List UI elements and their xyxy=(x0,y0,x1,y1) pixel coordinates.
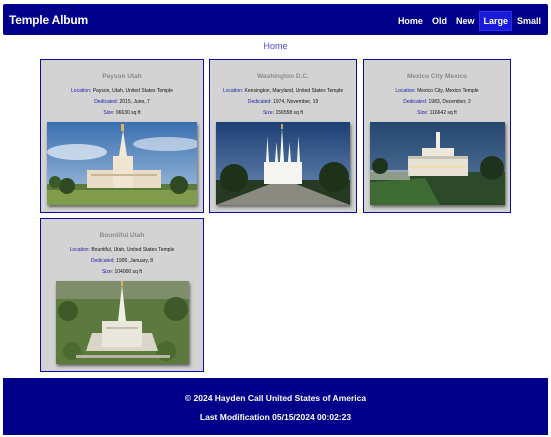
size-label: Size: xyxy=(417,110,429,116)
temple-size: Size: 116642 sq ft xyxy=(364,110,510,116)
temple-dedicated: Dedicated: 1983, December, 2 xyxy=(364,99,510,105)
temple-card: Mexico City Mexico Location: Mexico City… xyxy=(363,59,511,213)
dedicated-label: Dedicated: xyxy=(94,99,119,105)
size-label: Size: xyxy=(103,110,115,116)
page-heading: Home xyxy=(263,41,288,51)
temple-dedicated: Dedicated: 2015, June, 7 xyxy=(41,99,203,105)
last-modified-text: Last Modification 05/15/2024 00:02:23 xyxy=(199,412,352,422)
nav-large-link[interactable]: Large xyxy=(479,11,512,31)
copyright-text: © 2024 Hayden Call United States of Amer… xyxy=(184,393,367,403)
nav-old-link[interactable]: Old xyxy=(429,12,450,30)
nav-new-link[interactable]: New xyxy=(453,12,478,30)
dedicated-label: Dedicated: xyxy=(403,99,428,105)
temple-location: Location: Kensington, Maryland, United S… xyxy=(210,88,356,94)
dedicated-label: Dedicated: xyxy=(247,99,272,105)
temple-size: Size: 104000 sq ft xyxy=(41,269,203,275)
location-label: Location: xyxy=(69,247,90,253)
temple-dedicated: Dedicated: 1995, January, 8 xyxy=(41,258,203,264)
temple-name: Washington D.C. xyxy=(257,73,309,80)
temple-name: Mexico City Mexico xyxy=(407,73,467,80)
dedicated-value: 2015, June, 7 xyxy=(119,99,150,105)
site-title: Temple Album xyxy=(9,13,88,27)
payson-utah-temple-photo xyxy=(47,122,197,205)
location-value: Bountiful, Utah, United States Temple xyxy=(91,247,175,253)
temple-dedicated: Dedicated: 1974, November, 19 xyxy=(210,99,356,105)
temple-card: Payson Utah Location: Payson, Utah, Unit… xyxy=(40,59,204,213)
size-label: Size: xyxy=(101,269,114,275)
size-value: 104000 sq ft xyxy=(114,269,143,275)
dedicated-value: 1995, January, 8 xyxy=(116,258,154,264)
mexico-city-temple-photo xyxy=(370,122,505,205)
site-header: Temple Album Home Old New Large Small xyxy=(3,4,548,35)
temple-location: Location: Payson, Utah, United States Te… xyxy=(41,88,203,94)
temple-size: Size: 96630 sq ft xyxy=(41,110,203,116)
location-label: Location: xyxy=(395,88,416,94)
temple-card: Bountiful Utah Location: Bountiful, Utah… xyxy=(40,218,204,372)
location-value: Payson, Utah, United States Temple xyxy=(92,88,173,94)
size-value: 116642 sq ft xyxy=(429,110,457,116)
size-value: 96630 sq ft xyxy=(115,110,141,116)
location-label: Location: xyxy=(71,88,92,94)
location-value: Mexico City, Mexico Temple xyxy=(417,88,479,94)
dedicated-label: Dedicated: xyxy=(90,258,115,264)
bountiful-utah-temple-photo xyxy=(56,281,189,364)
main-nav: Home Old New Large Small xyxy=(392,11,544,31)
dedicated-value: 1983, December, 2 xyxy=(428,99,471,105)
dedicated-value: 1974, November, 19 xyxy=(273,99,319,105)
temple-name: Payson Utah xyxy=(102,73,142,80)
washington-dc-temple-photo xyxy=(216,122,350,205)
nav-home-link[interactable]: Home xyxy=(395,12,426,30)
temple-location: Location: Bountiful, Utah, United States… xyxy=(41,247,203,253)
temple-card: Washington D.C. Location: Kensington, Ma… xyxy=(209,59,357,213)
location-label: Location: xyxy=(222,88,244,94)
size-label: Size: xyxy=(262,110,275,116)
size-value: 156558 sq ft xyxy=(275,110,304,116)
temple-size: Size: 156558 sq ft xyxy=(210,110,356,116)
nav-small-link[interactable]: Small xyxy=(514,12,544,30)
temple-location: Location: Mexico City, Mexico Temple xyxy=(364,88,510,94)
location-value: Kensington, Maryland, United States Temp… xyxy=(244,88,344,94)
site-footer: © 2024 Hayden Call United States of Amer… xyxy=(3,378,548,435)
temple-name: Bountiful Utah xyxy=(99,232,145,239)
